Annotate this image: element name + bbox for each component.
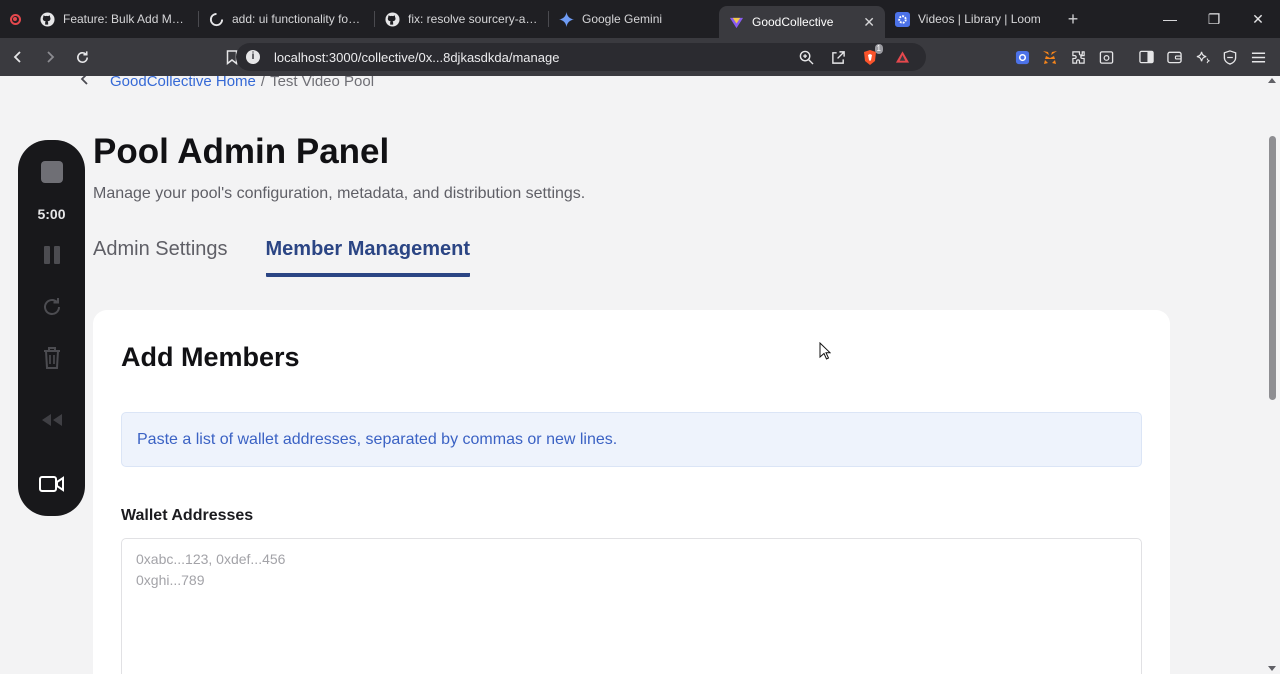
menu-icon[interactable] (1244, 43, 1272, 71)
info-banner-text: Paste a list of wallet addresses, separa… (137, 430, 618, 448)
extension-settings-icon[interactable] (1008, 43, 1036, 71)
wallet-addresses-label: Wallet Addresses (121, 507, 254, 524)
github-icon (385, 11, 400, 27)
browser-toolbar: i localhost:3000/collective/0x...8djkasd… (0, 38, 1280, 76)
back-icon[interactable] (4, 43, 32, 71)
goodcollective-icon (729, 15, 744, 30)
stop-icon (40, 161, 63, 183)
reload-icon[interactable] (68, 43, 96, 71)
breadcrumb-current: Test Video Pool (270, 76, 375, 90)
tab-member-management[interactable]: Member Management (265, 238, 471, 277)
gemini-icon (559, 11, 574, 27)
metamask-icon[interactable] (1036, 43, 1064, 71)
wallet-icon[interactable] (1160, 43, 1188, 71)
share-icon[interactable] (822, 43, 854, 71)
tab-title: GoodCollective (752, 15, 834, 29)
scrollbar-thumb[interactable] (1269, 136, 1276, 400)
search-tabs-icon[interactable] (1092, 43, 1120, 71)
site-info-icon[interactable]: i (246, 50, 260, 64)
sidebar-toggle-icon[interactable] (1132, 43, 1160, 71)
browser-tab-loom[interactable]: Videos | Library | Loom (885, 4, 1055, 34)
browser-tab-google-gemini[interactable]: Google Gemini (549, 4, 719, 34)
recording-indicator-icon (0, 0, 30, 38)
github-icon (40, 11, 55, 27)
mouse-cursor-icon (819, 341, 832, 365)
stop-recording-button[interactable] (18, 154, 85, 190)
page-viewport: GoodCollective Home / Test Video Pool Po… (0, 76, 1264, 674)
extensions-puzzle-icon[interactable] (1064, 43, 1092, 71)
breadcrumb-home-link[interactable]: GoodCollective Home (110, 76, 256, 90)
git-pull-request-icon (209, 11, 224, 27)
restore-window-icon[interactable]: ❐ (1192, 11, 1236, 28)
scroll-down-icon[interactable] (1268, 666, 1276, 671)
forward-icon[interactable] (36, 43, 64, 71)
pause-recording-button[interactable] (18, 244, 85, 266)
close-window-icon[interactable]: ✕ (1236, 11, 1280, 28)
add-members-card: Add Members Paste a list of wallet addre… (93, 310, 1170, 674)
page-subtitle: Manage your pool's configuration, metada… (93, 185, 586, 202)
tab-title: Videos | Library | Loom (918, 12, 1041, 26)
back-arrow-icon[interactable] (80, 76, 100, 90)
vpn-shield-icon[interactable] (1216, 43, 1244, 71)
breadcrumb-separator: / (260, 76, 266, 90)
tab-title: Feature: Bulk Add Members (63, 12, 188, 26)
browser-tab-fix-sourcery[interactable]: fix: resolve sourcery-ai ne (375, 4, 548, 34)
scroll-up-icon[interactable] (1268, 78, 1276, 83)
trash-icon (43, 347, 60, 369)
browser-tab-feature-bulk-add[interactable]: Feature: Bulk Add Members (30, 4, 198, 34)
rewind-icon (41, 414, 62, 426)
video-camera-icon (38, 476, 64, 492)
page-scrollbar[interactable] (1264, 76, 1280, 674)
loom-icon (895, 11, 910, 27)
close-tab-icon[interactable]: ✕ (863, 14, 875, 31)
screen-recorder-widget: 5:00 (18, 140, 85, 516)
tab-title: Google Gemini (582, 12, 663, 26)
browser-tab-bar: Feature: Bulk Add Members add: ui functi… (0, 0, 1280, 38)
new-tab-button[interactable]: + (1055, 9, 1091, 30)
tab-admin-settings[interactable]: Admin Settings (93, 238, 228, 277)
tab-title: add: ui functionality for bulk (232, 12, 364, 26)
pause-icon (43, 246, 50, 264)
brave-rewards-icon[interactable] (886, 43, 918, 71)
card-title: Add Members (121, 342, 300, 372)
browser-tab-goodcollective[interactable]: GoodCollective ✕ (719, 6, 885, 38)
delete-recording-button[interactable] (18, 346, 85, 370)
zoom-icon[interactable] (790, 43, 822, 71)
browser-tab-add-ui-functionality[interactable]: add: ui functionality for bulk (199, 4, 374, 34)
url-text[interactable]: localhost:3000/collective/0x...8djkasdkd… (274, 50, 559, 65)
brave-badge: 1 (874, 44, 883, 54)
rewind-button[interactable] (18, 410, 85, 430)
restart-recording-button[interactable] (18, 296, 85, 318)
address-bar[interactable]: i localhost:3000/collective/0x...8djkasd… (236, 43, 926, 71)
breadcrumb: GoodCollective Home / Test Video Pool (80, 76, 374, 90)
camera-toggle-button[interactable] (18, 472, 85, 496)
wallet-addresses-textarea[interactable]: 0xabc...123, 0xdef...456 0xghi...789 (121, 538, 1142, 674)
page-title: Pool Admin Panel (93, 132, 390, 171)
recording-timer: 5:00 (37, 206, 66, 222)
info-banner: Paste a list of wallet addresses, separa… (121, 412, 1142, 467)
admin-tabs: Admin Settings Member Management (93, 238, 508, 277)
brave-shields-icon[interactable]: 1 (854, 43, 886, 71)
restart-icon (43, 298, 60, 315)
tab-title: fix: resolve sourcery-ai ne (408, 12, 538, 26)
leo-ai-icon[interactable] (1188, 43, 1216, 71)
minimize-window-icon[interactable]: — (1148, 11, 1192, 27)
